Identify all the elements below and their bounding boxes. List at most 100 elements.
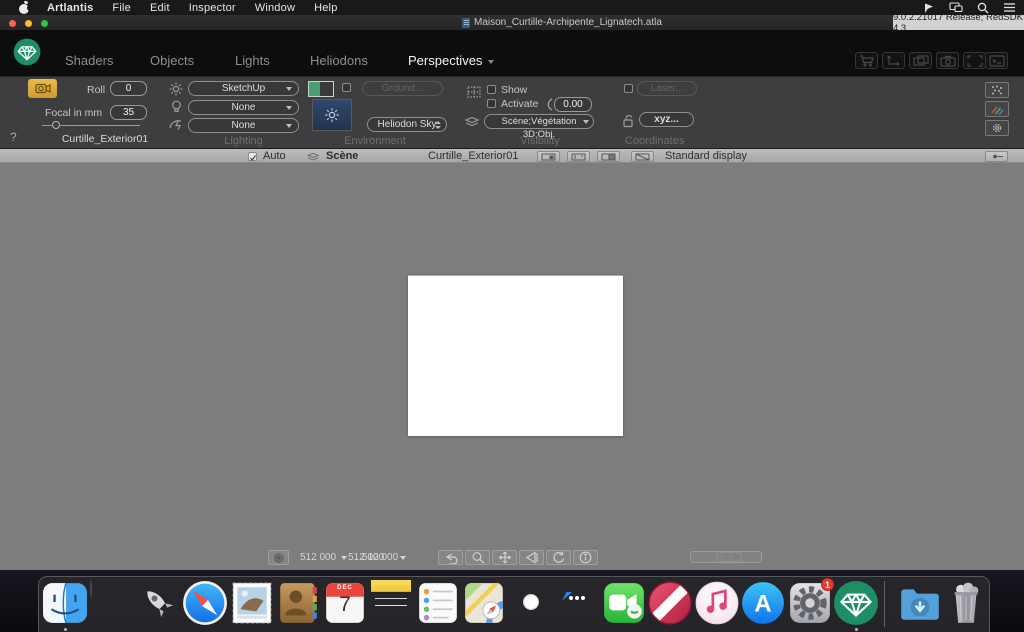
zoom-slider-handle[interactable] [716,552,742,562]
window-title-bar: Maison_Curtille-Archipente_Lignatech.atl… [0,15,1024,30]
notification-center-icon[interactable] [1003,2,1016,13]
zoom-window-button[interactable] [41,20,48,27]
menu-inspector[interactable]: Inspector [189,2,236,14]
lighting-section-label: Lighting [188,135,299,147]
menu-edit[interactable]: Edit [150,2,170,14]
dock-app-facetime[interactable] [601,580,647,626]
tab-heliodons[interactable]: Heliodons [310,53,368,68]
help-mark[interactable]: ? [10,130,17,144]
layers-dropdown[interactable]: Scène;Végétation 3D;Obj. [484,114,594,129]
view-layout-frame-button[interactable] [567,151,590,162]
auto-checkbox[interactable] [248,152,257,161]
render-view-canvas[interactable]: 512 000 512 000 512 000 [0,163,1024,570]
tab-shaders[interactable]: Shaders [65,53,113,68]
roll-field[interactable]: 0 [110,81,147,96]
antialiasing-button[interactable] [985,82,1009,98]
activate-checkbox[interactable] [487,99,496,108]
dock-app-itunes[interactable] [694,580,740,626]
sky-preset-stepper[interactable]: Heliodon Sky [367,117,447,132]
close-window-button[interactable] [9,20,16,27]
finder-running-indicator [64,628,67,631]
view-layout-split-button[interactable] [597,151,620,162]
displays-icon[interactable] [949,2,963,13]
scene-menu[interactable]: Scène [326,150,358,162]
menu-help[interactable]: Help [314,2,337,14]
tab-lights[interactable]: Lights [235,53,270,68]
tab-perspectives[interactable]: Perspectives [408,53,482,68]
ground-checkbox[interactable] [342,83,351,92]
menu-app-name[interactable]: Artlantis [47,2,93,14]
render-size-a[interactable]: 512 000 [300,552,336,563]
laser-button[interactable]: Laser... [637,81,697,96]
dock-app-safari[interactable] [182,580,228,626]
scene-layers-icon [306,152,321,165]
minimize-window-button[interactable] [25,20,32,27]
neon-preset-dropdown[interactable]: None [188,118,299,133]
dock-app-maps[interactable] [461,580,507,626]
coordinates-section-label: Coordinates [622,135,707,147]
laser-pointer-button[interactable] [985,151,1008,162]
focal-slider-knob[interactable] [52,121,60,129]
undo-button[interactable] [438,550,463,565]
render-window-button[interactable] [985,52,1008,69]
inspector-view-name[interactable]: Curtille_Exterior01 [40,133,170,145]
grid-angle-field[interactable]: 0.00 [554,97,592,112]
screen: Artlantis File Edit Inspector Window Hel… [0,0,1024,632]
dock-app-finder[interactable] [42,580,88,626]
crop-frame-button[interactable] [963,52,986,69]
zoom-tool-button[interactable] [465,550,490,565]
shop-cart-button[interactable] [855,52,878,69]
display-mode-label[interactable]: Standard display [665,150,747,162]
flag-icon[interactable] [923,2,935,14]
dock-app-calendar[interactable]: DEC 7 [322,580,368,626]
bulb-preset-dropdown[interactable]: None [188,100,299,115]
dock-app-appstore[interactable]: A [740,580,786,626]
lock-open-icon[interactable] [622,114,634,128]
display-mode-button[interactable] [631,151,654,162]
laser-checkbox[interactable] [624,84,633,93]
view-layout-single-button[interactable] [537,151,560,162]
axis-tool-button[interactable] [882,52,905,69]
ground-button[interactable]: Ground... [362,81,443,96]
settings-gear-button[interactable] [985,120,1009,136]
dock-app-siri[interactable] [89,580,135,626]
refresh-button[interactable] [546,550,571,565]
dock-app-reminders[interactable] [415,580,461,626]
render-style-button[interactable] [985,101,1009,117]
apple-menu[interactable] [18,2,30,14]
dock-app-system-preferences[interactable]: 1 [787,580,833,626]
zoom-slider[interactable] [690,551,762,563]
background-foreground-swatch[interactable] [308,81,334,97]
pan-tool-button[interactable] [492,550,517,565]
render-size-c[interactable]: 512 000 [362,552,398,563]
dock-app-prohibited[interactable] [647,580,693,626]
perspectives-dropdown-arrow-icon[interactable] [488,60,494,64]
heliodon-preview[interactable] [312,99,352,131]
batch-render-button[interactable] [909,52,932,69]
dock-downloads-folder[interactable] [897,580,943,626]
tab-objects[interactable]: Objects [150,53,194,68]
dock-trash[interactable] [943,580,989,626]
sun-preset-dropdown[interactable]: SketchUp [188,81,299,96]
menu-window[interactable]: Window [255,2,295,14]
info-button[interactable] [573,550,598,565]
dock-app-notes[interactable] [368,580,414,626]
focal-field[interactable]: 35 [110,105,147,120]
menu-file[interactable]: File [112,2,131,14]
camera-snapshot-button[interactable] [936,52,959,69]
show-grid-checkbox[interactable] [487,85,496,94]
dock-app-contacts[interactable] [275,580,321,626]
perspective-inspector-panel: ? Roll 0 Focal in mm 35 Curtille_Exterio… [0,76,1024,148]
scene-view-name[interactable]: Curtille_Exterior01 [428,150,518,162]
camera-type-button[interactable] [28,79,57,98]
dock-app-mail[interactable] [229,580,275,626]
dock-app-photos[interactable] [508,580,554,626]
dock-app-launchpad[interactable] [135,580,181,626]
render-settings-button[interactable] [268,550,289,565]
dock-app-artlantis[interactable] [833,580,879,626]
xyz-button[interactable]: xyz... [639,112,694,127]
document-title: Maison_Curtille-Archipente_Lignatech.atl… [462,16,662,29]
spotlight-search-icon[interactable] [977,2,989,14]
dock-app-messages[interactable] [554,580,600,626]
camera-view-button[interactable] [519,550,544,565]
